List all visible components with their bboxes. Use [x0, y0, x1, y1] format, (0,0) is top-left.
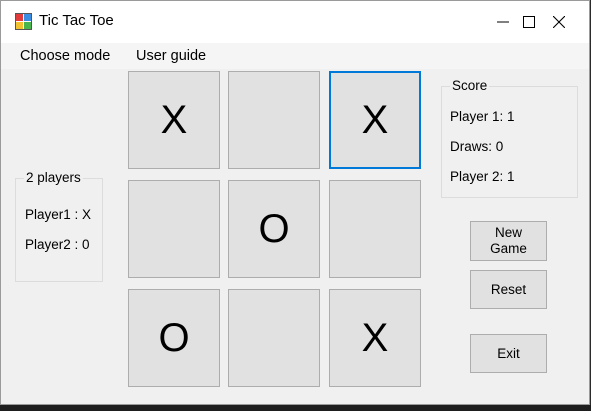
window-title: Tic Tac Toe: [39, 12, 114, 29]
new-game-button[interactable]: New Game: [470, 221, 547, 261]
cell-0[interactable]: X: [128, 71, 220, 169]
score-draws: Draws: 0: [450, 139, 504, 154]
app-window: Tic Tac Toe Choose mode User guide X X O…: [0, 0, 590, 405]
players-legend: 2 players: [24, 170, 83, 185]
close-icon: [553, 16, 565, 28]
score-player2: Player 2: 1: [450, 169, 515, 184]
app-icon: [15, 13, 32, 30]
reset-button[interactable]: Reset: [470, 270, 547, 309]
cell-8[interactable]: X: [329, 289, 421, 387]
title-bar[interactable]: Tic Tac Toe: [1, 1, 589, 43]
cell-5[interactable]: [329, 180, 421, 278]
player1-symbol: Player1 : X: [25, 207, 92, 222]
new-game-label-line1: New: [494, 225, 522, 240]
cell-7[interactable]: [228, 289, 320, 387]
cell-6[interactable]: O: [128, 289, 220, 387]
cell-4[interactable]: O: [228, 180, 320, 278]
menu-choose-mode[interactable]: Choose mode: [20, 48, 110, 64]
score-player1: Player 1: 1: [450, 109, 515, 124]
max-btn[interactable]: [473, 1, 535, 43]
new-game-label-line2: Game: [490, 241, 527, 256]
menu-user-guide[interactable]: User guide: [136, 48, 206, 64]
player2-symbol: Player2 : 0: [25, 237, 90, 252]
menu-bar: Choose mode User guide: [1, 43, 589, 69]
score-legend: Score: [450, 78, 490, 93]
close-button[interactable]: [531, 1, 587, 43]
cell-2[interactable]: X: [329, 71, 421, 169]
background-strip: [0, 405, 591, 411]
cell-3[interactable]: [128, 180, 220, 278]
players-group: 2 players: [15, 170, 103, 282]
exit-button[interactable]: Exit: [470, 334, 547, 373]
cell-1[interactable]: [228, 71, 320, 169]
